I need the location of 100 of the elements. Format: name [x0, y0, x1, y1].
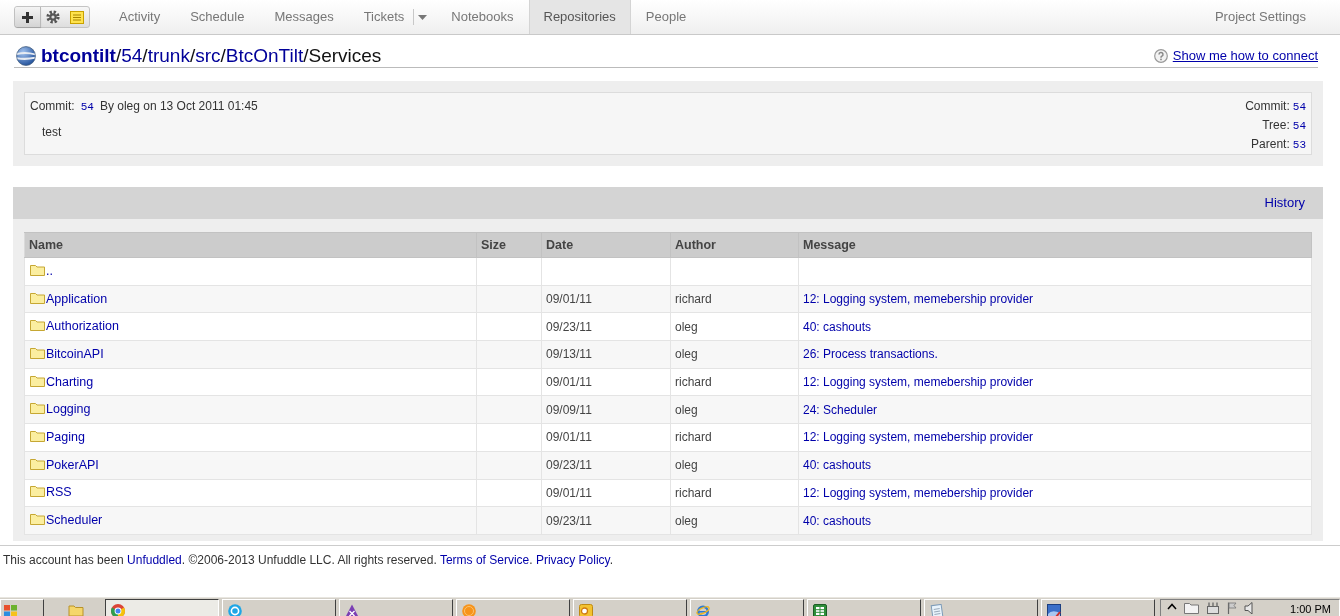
author-cell: oleg — [670, 312, 799, 341]
date-cell: 09/01/11 — [541, 285, 671, 313]
folder-link[interactable]: PokerAPI — [46, 457, 99, 472]
footer-text: This account has been Unfuddled. ©2006-2013 Unfuddle LLC. All rights reserved. Terms of Service. Privacy Policy. — [3, 552, 615, 568]
folder-icon — [30, 402, 45, 415]
date-cell: 09/09/11 — [541, 395, 671, 424]
author-cell: richard — [670, 368, 799, 396]
ref-link[interactable]: 54 — [1292, 117, 1306, 135]
date-cell: 09/01/11 — [541, 479, 671, 507]
column-header: Date — [541, 232, 671, 258]
caret-down-icon — [418, 14, 428, 20]
ref-label: Parent: — [1251, 136, 1290, 153]
folder-icon — [30, 513, 45, 526]
nav-tab[interactable]: Activity — [104, 0, 176, 34]
folder-link[interactable]: BitcoinAPI — [46, 347, 104, 362]
folder-link[interactable]: Paging — [46, 430, 85, 445]
notepad-icon — [930, 603, 944, 616]
nav-tab[interactable]: Messages — [259, 0, 349, 34]
breadcrumb-link[interactable]: BtcOnTilt — [225, 44, 304, 67]
path-separator: / — [189, 44, 196, 67]
picture-icon — [1047, 603, 1061, 616]
folder-link[interactable]: Scheduler — [46, 513, 103, 528]
add-button[interactable] — [15, 7, 41, 27]
footer-link[interactable]: Unfuddled — [127, 553, 182, 567]
author-cell: richard — [670, 285, 799, 313]
ref-link[interactable]: 53 — [1292, 136, 1306, 154]
circle-icon — [228, 603, 242, 616]
footer-link[interactable]: Privacy Policy — [535, 553, 610, 567]
folder-link[interactable]: .. — [46, 263, 53, 278]
commit-message-link[interactable]: 40: cashouts — [803, 458, 872, 473]
ref-label: Tree: — [1262, 117, 1290, 134]
plug-icon — [1206, 602, 1220, 614]
folder-link[interactable]: RSS — [46, 485, 72, 500]
striped-sphere-icon — [16, 45, 36, 66]
current-folder-title: Services — [308, 44, 382, 67]
breadcrumb-link[interactable]: src — [195, 44, 221, 67]
date-cell: 09/23/11 — [541, 506, 671, 535]
project-settings-link[interactable]: Project Settings — [1199, 0, 1340, 34]
folder-link[interactable]: Charting — [46, 374, 94, 389]
orbit-globe-icon — [696, 603, 710, 616]
column-header: Size — [476, 232, 542, 258]
taskbar-button[interactable] — [105, 599, 219, 616]
nav-tab[interactable]: Tickets — [348, 0, 414, 34]
path-separator: / — [142, 44, 148, 67]
commit-message-link[interactable]: 40: cashouts — [803, 513, 872, 528]
column-header: Name — [24, 232, 477, 258]
folder-icon — [30, 291, 45, 304]
commit-byline: By oleg on 13 Oct 2011 01:45 — [99, 98, 258, 115]
commit-message-link[interactable]: 40: cashouts — [803, 319, 872, 334]
plus-icon — [22, 11, 33, 23]
folder-link[interactable]: Application — [46, 291, 108, 306]
author-cell: richard — [670, 479, 799, 507]
triangle-icon — [345, 603, 359, 616]
clock-text: 1:00 PM — [1290, 602, 1331, 616]
folder-icon — [30, 263, 45, 276]
folder-icon — [30, 374, 45, 387]
date-cell: 09/01/11 — [541, 423, 671, 452]
date-cell: 09/23/11 — [541, 451, 671, 479]
help-link[interactable]: Show me how to connect — [1172, 45, 1318, 66]
nav-tab[interactable]: Notebooks — [436, 0, 529, 34]
gear-icon — [46, 10, 60, 24]
breadcrumb-link[interactable]: 54 — [121, 44, 143, 67]
folder-icon — [30, 430, 45, 443]
folder-icon — [30, 485, 45, 498]
path-separator: / — [220, 44, 226, 67]
commit-label: Commit: — [30, 98, 75, 115]
folder-icon — [30, 347, 45, 360]
author-cell: oleg — [670, 395, 799, 424]
commit-id-link[interactable]: 54 — [80, 98, 94, 116]
folder-link[interactable]: Authorization — [46, 319, 119, 334]
date-cell: 09/01/11 — [541, 368, 671, 396]
path-separator: / — [303, 44, 309, 67]
help-icon — [1153, 48, 1168, 63]
note-icon — [70, 10, 84, 24]
nav-tab[interactable]: People — [630, 0, 702, 34]
breadcrumb-link[interactable]: trunk — [147, 44, 190, 67]
date-cell: 09/13/11 — [541, 340, 671, 369]
author-cell: richard — [670, 423, 799, 452]
date-cell: 09/23/11 — [541, 312, 671, 341]
author-cell: oleg — [670, 451, 799, 479]
coin-icon — [462, 603, 476, 616]
spreadsheet-icon — [813, 603, 827, 616]
flag-icon — [3, 603, 18, 616]
ref-link[interactable]: 54 — [1292, 98, 1306, 116]
path-separator: / — [115, 44, 122, 67]
nav-tab[interactable]: Repositories — [528, 0, 631, 34]
author-cell: oleg — [670, 340, 799, 369]
folder-icon — [30, 319, 45, 332]
start-button[interactable] — [0, 599, 44, 616]
column-header: Message — [798, 232, 1312, 258]
breadcrumb-link[interactable]: btcontilt — [41, 44, 116, 67]
author-cell: oleg — [670, 506, 799, 535]
commit-message-link[interactable]: 24: Scheduler — [803, 402, 878, 417]
commit-message: test — [42, 124, 63, 141]
nav-tab[interactable]: Schedule — [175, 0, 260, 34]
speaker-icon — [1244, 602, 1255, 614]
commit-message-link[interactable]: 26: Process transactions. — [803, 347, 938, 362]
square-tile-icon — [579, 603, 593, 616]
history-link[interactable]: History — [1264, 193, 1305, 213]
folder-link[interactable]: Logging — [46, 402, 91, 417]
